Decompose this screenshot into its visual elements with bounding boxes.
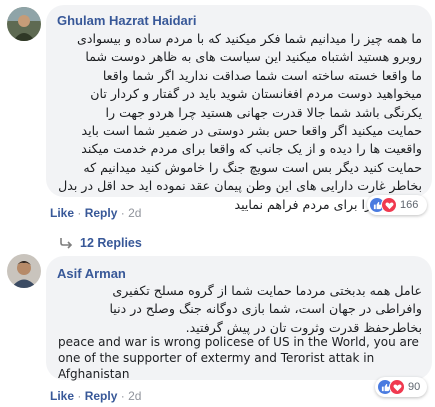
comment-text: ما همه چیز را میدانیم شما فکر میکنید که … [52, 30, 422, 214]
reaction-count: 166 [400, 199, 419, 211]
comment-actions: Like · Reply · 2d [50, 389, 142, 403]
comment-line: one of the supporter of extermy and Tero… [58, 351, 375, 365]
avatar-photo-icon [7, 7, 41, 41]
comment-line: حمایت کنید دیگر بس است سویچ جنگ را خاموش… [83, 159, 422, 175]
comment-line: بخاطر غارت دارایی های این وطن پیمان عقد … [58, 178, 422, 194]
love-reaction-icon [381, 197, 397, 213]
comment-author[interactable]: Asif Arman [57, 266, 126, 281]
comment-line: واقعیت ها را دیده و از یک جانب که واقعا … [81, 141, 422, 157]
comment-line: Afghanistan [58, 367, 130, 381]
reaction-count: 90 [408, 381, 421, 393]
like-link[interactable]: Like [50, 389, 74, 403]
comment-timestamp[interactable]: 2d [128, 206, 141, 220]
comment-text-persian: عامل همه بدبختی مردما حمایت شما از گروه … [52, 282, 422, 337]
reply-arrow-icon [60, 238, 73, 249]
reply-link[interactable]: Reply [85, 389, 118, 403]
love-reaction-icon [389, 379, 405, 395]
comment-line: peace and war is wrong policese of US in… [58, 335, 419, 349]
comment-author[interactable]: Ghulam Hazrat Haidari [57, 13, 196, 28]
comment-line: عامل همه بدبختی مردما حمایت شما از گروه … [112, 283, 422, 298]
comment-line: یکرنگی باشد شما جالا قدرت جهانی هستید چر… [105, 104, 422, 120]
replies-count-label: 12 Replies [80, 236, 142, 250]
like-link[interactable]: Like [50, 206, 74, 220]
reply-link[interactable]: Reply [85, 206, 118, 220]
avatar[interactable] [7, 254, 41, 288]
avatar-photo-icon [7, 254, 41, 288]
comment-actions: Like · Reply · 2d [50, 206, 142, 220]
comment-line: وافراطی در جهان است، شما بازی دوگانه جنگ… [109, 301, 422, 317]
comment-text-english: peace and war is wrong policese of US in… [58, 334, 428, 382]
avatar[interactable] [7, 7, 41, 41]
reaction-summary[interactable]: 166 [367, 195, 427, 215]
comment-line: میخواهید دوست مردم افغانستان شوید باید د… [90, 86, 422, 102]
comment-line: حمایت میکنید اگر واقعا حس بشر دوستی در ض… [81, 123, 422, 139]
reaction-summary[interactable]: 90 [375, 377, 427, 397]
view-replies-link[interactable]: 12 Replies [59, 236, 142, 250]
comment-line: ما واقعا خسته ساخته است شما صداقت ندارید… [102, 67, 422, 83]
comment-line: روبرو هستید اشتباه میکنید این سیاست های … [85, 49, 422, 65]
comment-timestamp[interactable]: 2d [128, 389, 141, 403]
comment-line: ما همه چیز را میدانیم شما فکر میکنید که … [77, 31, 422, 46]
